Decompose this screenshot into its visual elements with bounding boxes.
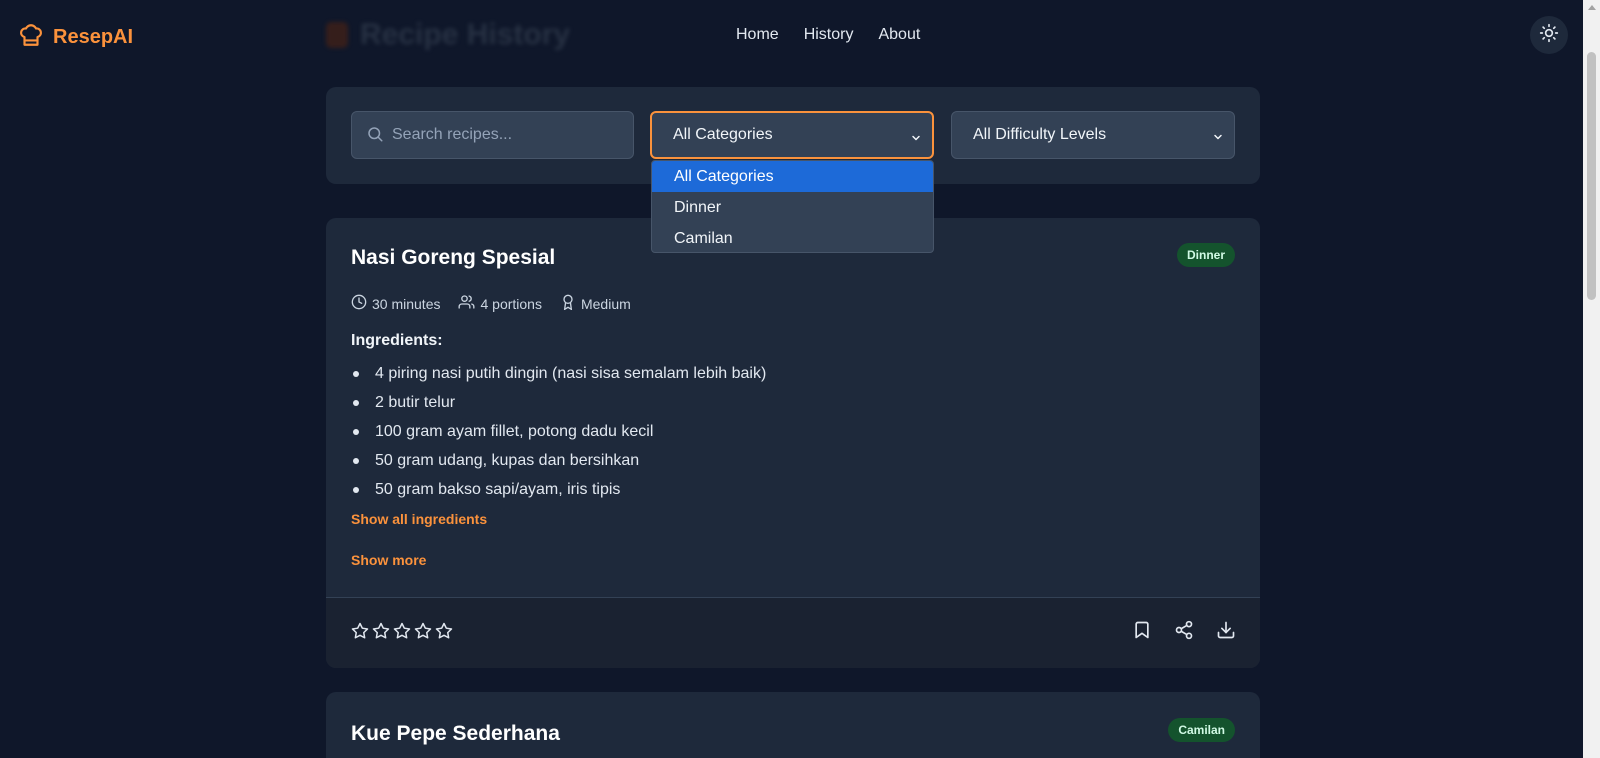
star-icon[interactable] xyxy=(372,622,390,645)
category-select[interactable]: All Categories xyxy=(650,111,934,159)
list-item: 50 gram bakso sapi/ayam, iris tipis xyxy=(351,475,766,504)
dropdown-option-dinner[interactable]: Dinner xyxy=(652,192,933,223)
difficulty-select-value: All Difficulty Levels xyxy=(973,126,1107,143)
list-item: 2 butir telur xyxy=(351,388,766,417)
chevron-down-icon xyxy=(1212,130,1224,148)
dropdown-option-all-categories[interactable]: All Categories xyxy=(652,161,933,192)
recipe-title: Kue Pepe Sederhana xyxy=(351,722,560,745)
list-item: 100 gram ayam fillet, potong dadu kecil xyxy=(351,417,766,446)
award-icon xyxy=(560,294,576,313)
recipe-title: Nasi Goreng Spesial xyxy=(351,246,556,269)
top-header: ResepAI Recipe History Home History Abou… xyxy=(0,0,1583,72)
download-icon[interactable] xyxy=(1216,620,1236,645)
scroll-up-arrow-icon[interactable] xyxy=(1588,5,1596,10)
nav-about[interactable]: About xyxy=(878,26,920,44)
list-item: 4 piring nasi putih dingin (nasi sisa se… xyxy=(351,359,766,388)
category-dropdown-menu: All Categories Dinner Camilan xyxy=(651,160,934,253)
recipe-meta: 30 minutes 4 portions Medium xyxy=(351,294,631,313)
clock-icon xyxy=(351,294,367,313)
main-nav: Home History About xyxy=(736,26,920,44)
category-badge: Camilan xyxy=(1168,718,1235,742)
ingredients-list: 4 piring nasi putih dingin (nasi sisa se… xyxy=(351,359,766,504)
sun-icon xyxy=(1539,23,1559,48)
list-item: 50 gram udang, kupas dan bersihkan xyxy=(351,446,766,475)
chef-hat-icon xyxy=(18,22,44,53)
bookmark-icon[interactable] xyxy=(1132,620,1152,645)
scroll-thumb[interactable] xyxy=(1587,52,1596,300)
show-all-ingredients-link[interactable]: Show all ingredients xyxy=(351,511,487,527)
dropdown-option-camilan[interactable]: Camilan xyxy=(652,223,933,252)
recipe-card: Nasi Goreng Spesial Dinner 30 minutes 4 … xyxy=(326,218,1260,668)
search-box[interactable] xyxy=(351,111,634,159)
nav-history[interactable]: History xyxy=(804,26,854,44)
star-icon[interactable] xyxy=(393,622,411,645)
search-input[interactable] xyxy=(392,112,622,158)
rating-stars xyxy=(351,622,453,645)
show-more-link[interactable]: Show more xyxy=(351,552,426,568)
category-badge: Dinner xyxy=(1176,243,1235,267)
card-actions xyxy=(1132,620,1236,645)
page-title: Recipe History xyxy=(326,18,570,52)
chevron-down-icon xyxy=(910,131,922,149)
theme-toggle-button[interactable] xyxy=(1530,16,1568,54)
star-icon[interactable] xyxy=(351,622,369,645)
time-info: 30 minutes xyxy=(351,294,440,313)
category-select-value: All Categories xyxy=(673,126,773,143)
page-title-icon xyxy=(326,22,348,48)
recipe-card: Kue Pepe Sederhana Camilan xyxy=(326,692,1260,758)
star-icon[interactable] xyxy=(435,622,453,645)
users-icon xyxy=(458,294,475,313)
card-footer xyxy=(326,597,1260,668)
brand-name: ResepAI xyxy=(53,26,134,48)
star-icon[interactable] xyxy=(414,622,432,645)
ingredients-heading: Ingredients: xyxy=(351,332,443,349)
difficulty-select[interactable]: All Difficulty Levels xyxy=(951,111,1235,159)
page-scrollbar[interactable] xyxy=(1583,0,1600,758)
portions-info: 4 portions xyxy=(458,294,542,313)
share-icon[interactable] xyxy=(1174,620,1194,645)
brand-logo[interactable]: ResepAI xyxy=(18,22,133,53)
nav-home[interactable]: Home xyxy=(736,26,779,44)
difficulty-info: Medium xyxy=(560,294,631,313)
search-icon xyxy=(366,125,384,148)
